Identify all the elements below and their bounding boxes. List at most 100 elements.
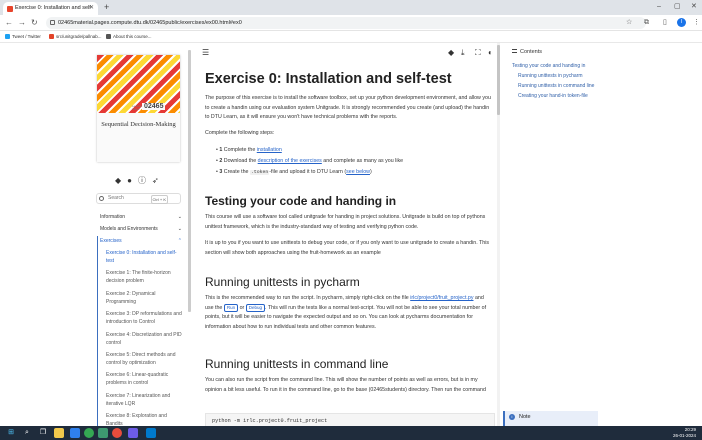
sidebar-sub-item-ex8[interactable]: Exercise 8: Exploration and Bandits <box>106 412 184 426</box>
chevron-down-icon[interactable]: ⌄ <box>178 226 182 232</box>
sidebar-item-models[interactable]: Models and Environments ⌄ <box>100 226 184 232</box>
app-icon[interactable] <box>112 428 122 438</box>
info-icon[interactable]: ⓘ <box>138 176 152 185</box>
taskbar: ⊞ ⌕ ❐ 20:29 26-01-2024 <box>0 426 702 440</box>
list-item: • 1 Complete the installation <box>216 147 282 153</box>
sidebar-sub-item-ex6[interactable]: Exercise 6: Linear-quadratic problems in… <box>106 371 184 387</box>
token-code: .token <box>249 170 270 175</box>
bookmarks-bar: Tweet / Twitter src/unitgrade/pallnab...… <box>0 31 702 43</box>
list-item: • 2 Download the description of the exer… <box>216 158 404 164</box>
sidebar-item-label: Models and Environments <box>100 226 158 232</box>
sidebar-item-exercises[interactable]: Exercises ⌃ <box>100 238 184 244</box>
url-bar[interactable]: 02465material.pages.compute.dtu.dk/02465… <box>46 17 646 29</box>
main-scrollbar-thumb[interactable] <box>497 45 500 115</box>
close-window-icon[interactable]: ✕ <box>691 2 697 12</box>
cover-title: Sequential Decision-Making <box>101 121 176 128</box>
tab-strip: Exercise 0: Installation and self ✕ + – … <box>0 0 702 15</box>
search-input[interactable]: Search Ctrl + K <box>96 193 181 204</box>
side-panel-icon[interactable]: ▯ <box>663 19 667 27</box>
intro-paragraph: The purpose of this exercise is to insta… <box>205 95 491 120</box>
debug-label: Debug <box>245 303 266 312</box>
rocket-icon[interactable]: ➶ <box>152 176 165 185</box>
pycharm-paragraph: This is the recommended way to run the s… <box>205 295 487 330</box>
fullscreen-icon[interactable]: ⛶ <box>475 48 481 57</box>
pycharm-icon[interactable] <box>98 428 108 438</box>
bookmark-course[interactable]: About this course... <box>106 31 152 43</box>
teams-icon[interactable] <box>128 428 138 438</box>
sidebar-icon-links: ◆●ⓘ➶ <box>115 175 165 186</box>
fruit-project-link[interactable]: irlc/project0/fruit_project.py <box>410 295 473 301</box>
bookmark-twitter[interactable]: Tweet / Twitter <box>5 31 41 43</box>
toggle-sidebar-icon[interactable]: ☰ <box>202 48 209 57</box>
sidebar-sub-item-ex4[interactable]: Exercise 4: Discretization and PID contr… <box>106 331 184 347</box>
search-icon[interactable]: ⌕ <box>22 428 32 438</box>
edge-icon[interactable] <box>70 428 80 438</box>
menu-icon[interactable]: ⋮ <box>693 19 700 27</box>
task-view-icon[interactable]: ❐ <box>38 428 48 438</box>
cmd-paragraph: You can also run the script from the com… <box>205 377 486 393</box>
gitlab-icon[interactable]: ◆ <box>448 48 454 57</box>
steps-intro: Complete the following steps: <box>205 130 275 136</box>
sidebar-sub-item-ex5[interactable]: Exercise 5: Direct methods and control b… <box>106 351 184 367</box>
page-icon <box>106 34 111 39</box>
url-text: 02465material.pages.compute.dtu.dk/02465… <box>58 20 242 26</box>
section-heading-pycharm: Running unittests in pycharm <box>205 275 360 289</box>
vscode-icon[interactable] <box>146 428 156 438</box>
maximize-icon[interactable]: ▢ <box>674 2 681 12</box>
sidebar-item-label: Information <box>100 214 126 220</box>
toc-item-cmd[interactable]: Running unittests in command line <box>518 83 594 90</box>
clock-date: 26-01-2024 <box>672 433 696 438</box>
forward-icon[interactable]: → <box>18 18 26 28</box>
search-placeholder: Search <box>108 195 124 201</box>
sidebar-sub-item-ex2[interactable]: Exercise 2: Dynamical Programming <box>106 290 184 306</box>
system-clock[interactable]: 20:29 26-01-2024 <box>673 427 696 439</box>
note-admonition: i Note <box>503 411 598 426</box>
minimize-icon[interactable]: – <box>657 2 661 12</box>
extensions-icon[interactable]: ⧉ <box>644 19 649 27</box>
sidebar-sub-item-ex7[interactable]: Exercise 7: Linearization and iterative … <box>106 392 184 408</box>
gitlab-icon <box>49 34 54 39</box>
chevron-down-icon[interactable]: ⌄ <box>178 214 182 220</box>
back-icon[interactable]: ← <box>5 18 13 28</box>
code-block[interactable]: python -m irlc.project0.fruit_project <box>205 413 495 427</box>
sidebar-sub-item-ex0[interactable]: Exercise 0: Installation and self-test <box>106 249 184 265</box>
info-icon: i <box>509 414 515 420</box>
section-heading-cmd: Running unittests in command line <box>205 357 389 371</box>
chevron-up-icon[interactable]: ⌃ <box>178 238 182 244</box>
section-heading-testing: Testing your code and handing in <box>205 194 397 208</box>
discord-icon[interactable]: ● <box>127 176 138 185</box>
download-icon[interactable]: ⤓ <box>461 48 465 57</box>
nav-active-indicator <box>97 236 98 426</box>
sidebar-sub-item-ex1[interactable]: Exercise 1: The finite-horizon decision … <box>106 269 184 285</box>
toc-item-token[interactable]: Creating your hand-in token-file <box>518 93 588 100</box>
bookmark-star-icon[interactable]: ☆ <box>626 19 632 27</box>
browser-tab[interactable]: Exercise 0: Installation and self ✕ <box>3 2 98 15</box>
installation-link[interactable]: installation <box>257 147 282 153</box>
run-label: Run <box>223 303 239 312</box>
theme-toggle-icon[interactable]: ◐ <box>488 48 493 57</box>
chrome-icon[interactable] <box>84 428 94 438</box>
see-below-link[interactable]: see below <box>346 169 370 175</box>
file-explorer-icon[interactable] <box>54 428 64 438</box>
gitlab-icon[interactable]: ◆ <box>115 176 127 185</box>
sidebar-scrollbar[interactable] <box>188 50 191 312</box>
tab-title: Exercise 0: Installation and self <box>15 5 91 11</box>
page-title: Exercise 0: Installation and self-test <box>205 71 452 87</box>
toc-item-pycharm[interactable]: Running unittests in pycharm <box>518 73 582 80</box>
sidebar-item-information[interactable]: Information ⌄ <box>100 214 184 220</box>
cover-course-number: 02465 <box>142 103 166 110</box>
sidebar-sub-item-ex3[interactable]: Exercise 3: DP reformulations and introd… <box>106 310 184 326</box>
note-title: Note <box>519 414 531 420</box>
profile-avatar[interactable]: I <box>677 18 686 27</box>
close-tab-icon[interactable]: ✕ <box>89 2 94 15</box>
description-link[interactable]: description of the exercises <box>258 158 322 164</box>
new-tab-button[interactable]: + <box>104 2 109 13</box>
site-info-icon[interactable] <box>50 20 55 25</box>
course-cover-logo[interactable]: Lecture notes 02465 Sequential Decision-… <box>97 55 180 162</box>
toc-title: Contents <box>512 49 542 55</box>
toc-item-testing[interactable]: Testing your code and handing in <box>512 63 585 70</box>
start-icon[interactable]: ⊞ <box>6 428 16 438</box>
bookmark-gitlab[interactable]: src/unitgrade/pallnab... <box>49 31 102 43</box>
list-icon <box>512 49 517 53</box>
reload-icon[interactable]: ↻ <box>31 18 38 28</box>
